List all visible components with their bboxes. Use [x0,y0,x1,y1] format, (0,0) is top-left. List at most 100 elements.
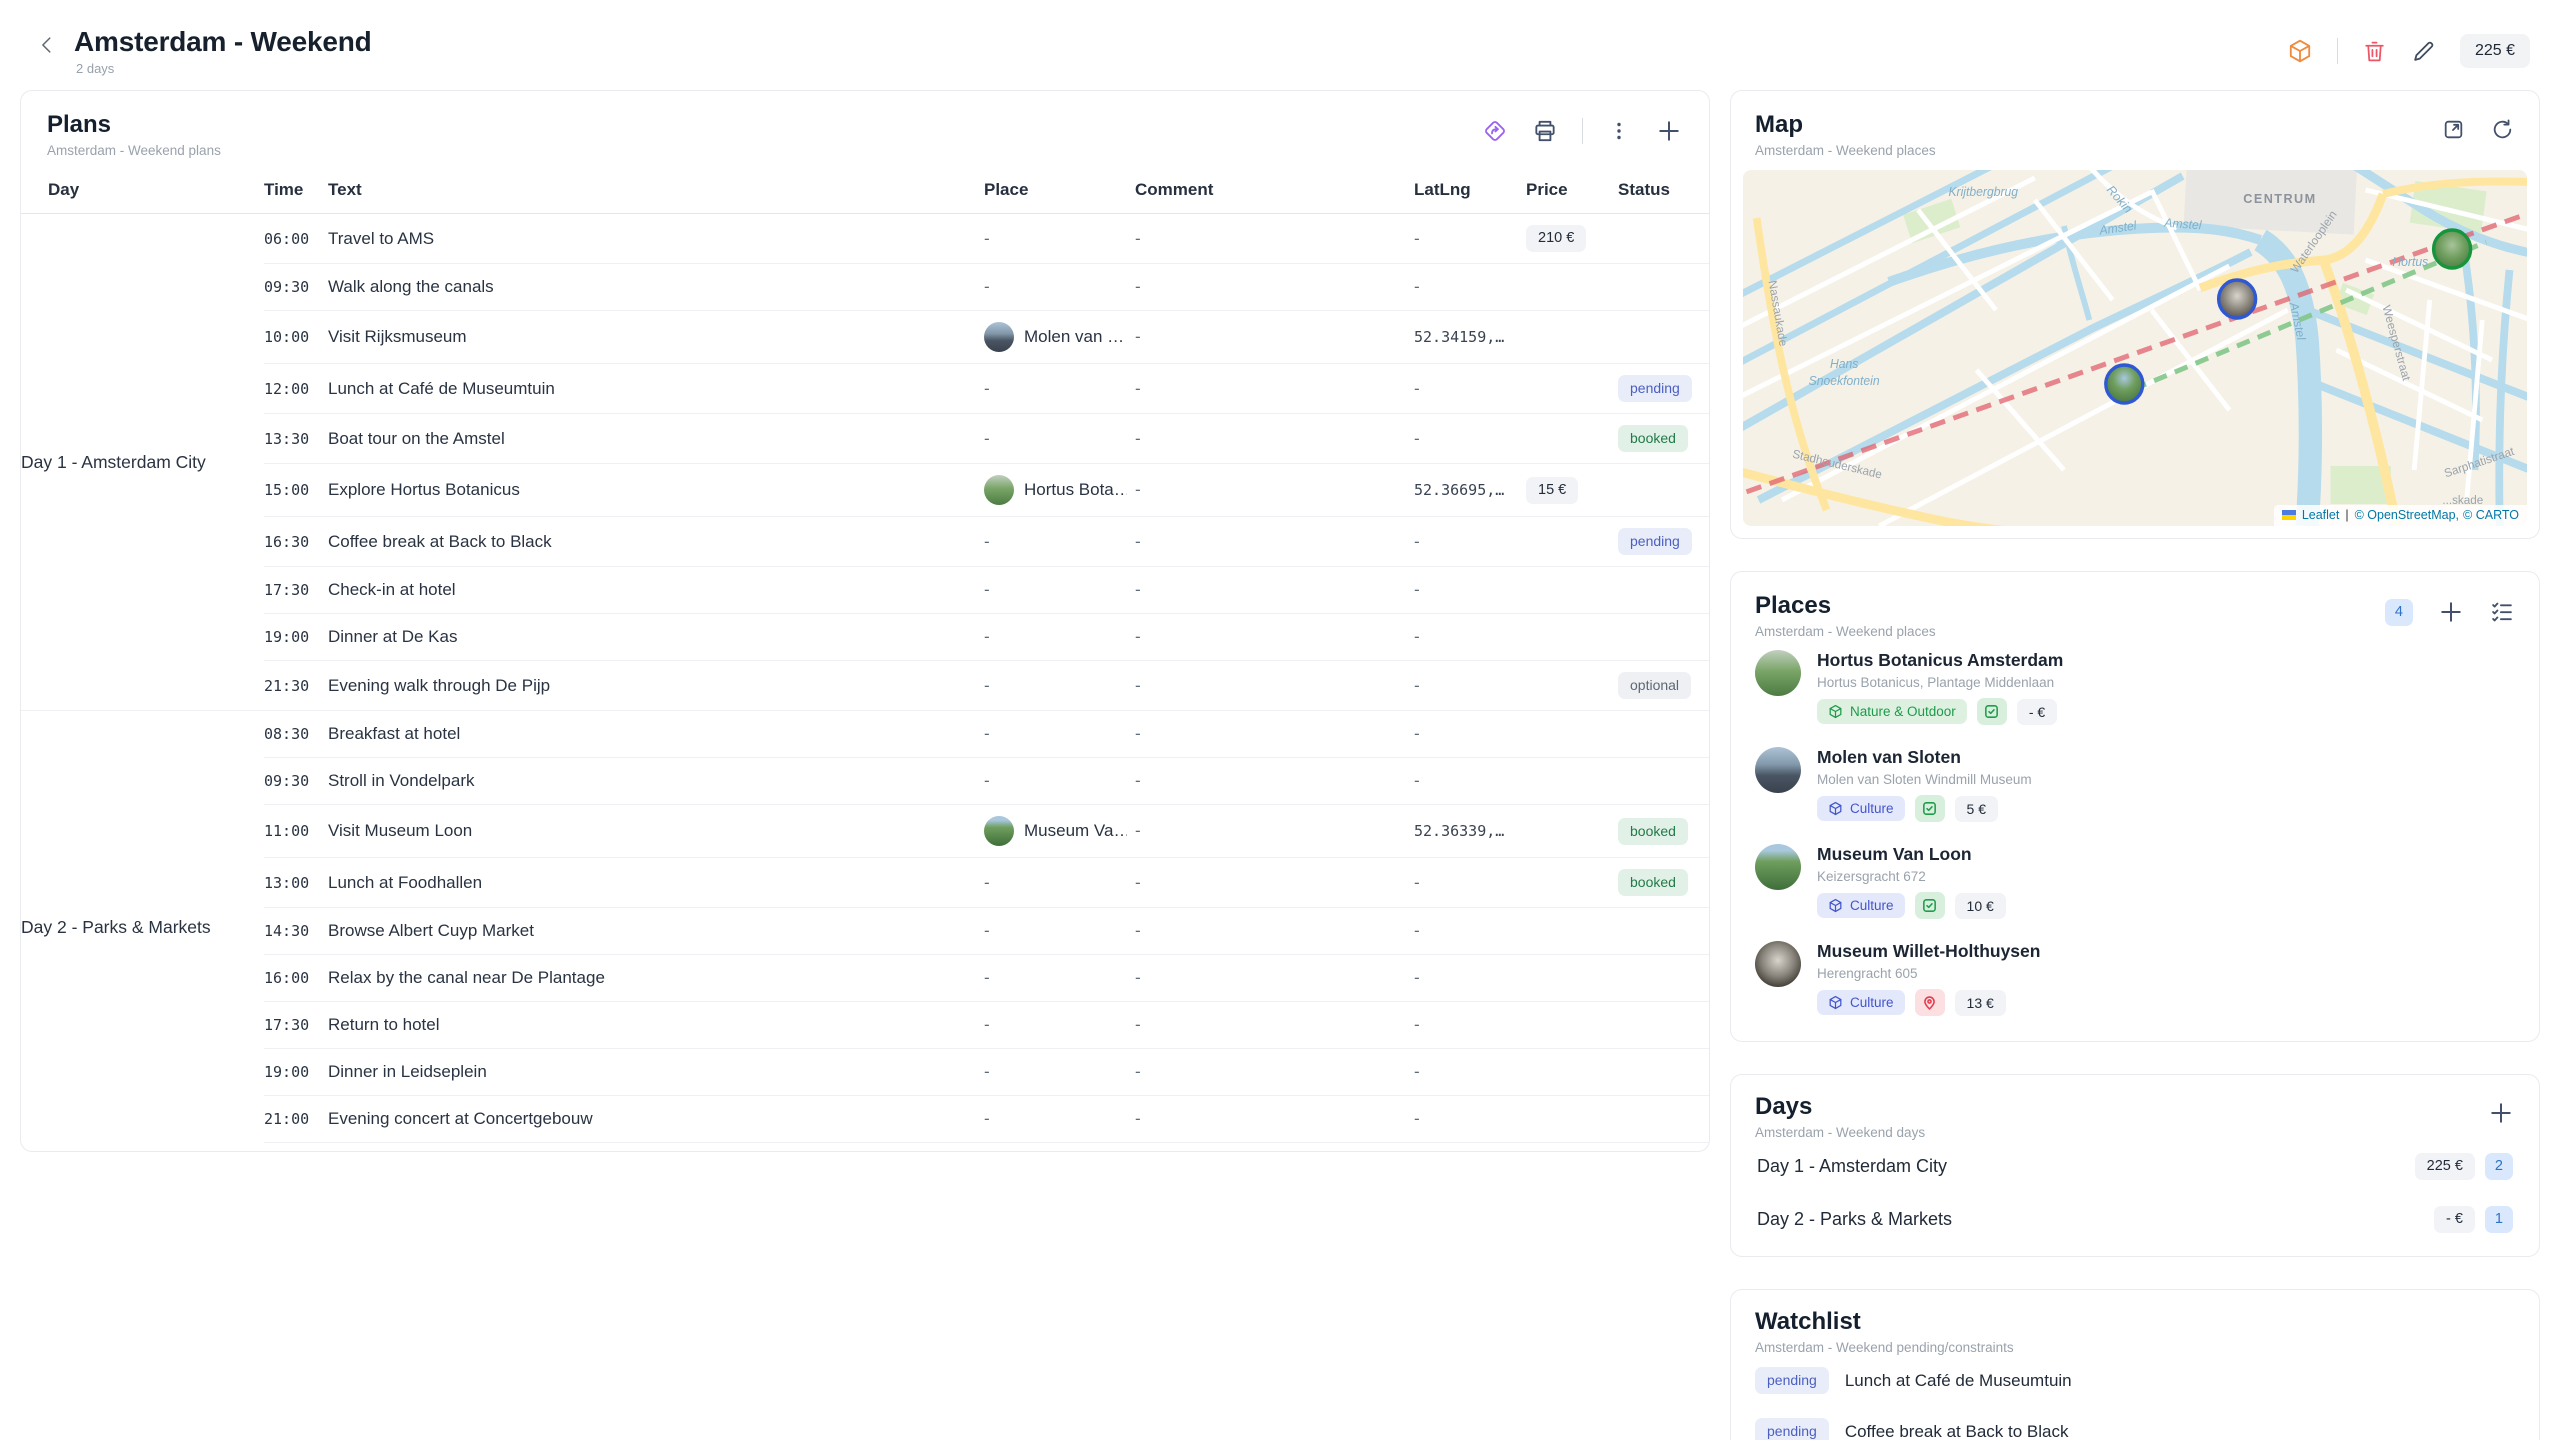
plan-row[interactable]: 19:00Dinner at De Kas--- [21,614,1709,661]
plan-price [1526,661,1618,711]
plan-row[interactable]: 21:00Evening concert at Concertgebouw--- [21,1096,1709,1143]
category-badge: Culture [1817,990,1905,1015]
day-price-badge: - € [2434,1206,2475,1233]
cube-icon [1828,801,1843,816]
place-name: Museum Van Loon [1817,844,2006,865]
map-canvas[interactable]: KrijtbergbrugRokinAmstelAmstelCENTRUMWat… [1743,170,2527,526]
refresh-map-button[interactable] [2490,117,2515,142]
add-plan-button[interactable] [1655,117,1683,145]
empty-value: - [984,676,990,695]
category-label: Nature & Outdoor [1850,704,1956,719]
watchlist-item[interactable]: pendingCoffee break at Back to Black [1755,1406,2515,1440]
plan-row[interactable]: 16:00Relax by the canal near De Plantage… [21,955,1709,1002]
plan-status: booked [1618,805,1709,858]
plan-row[interactable]: 21:30Evening walk through De Pijp---opti… [21,661,1709,711]
column-text: Text [328,170,984,214]
plan-status [1618,614,1709,661]
plan-place-chip: Museum Va… [984,816,1127,846]
plan-row[interactable]: 14:30Browse Albert Cuyp Market--- [21,908,1709,955]
place-badges: Culture5 € [1817,795,2032,822]
share-route-button[interactable] [1482,118,1508,144]
plan-latlng: - [1414,567,1526,614]
plan-latlng: 52.36695,… [1414,464,1526,517]
plan-row[interactable]: Day 2 - Parks & Markets08:30Breakfast at… [21,711,1709,758]
day-list-item[interactable]: Day 2 - Parks & Markets- €1 [1755,1193,2515,1246]
plan-latlng: - [1414,711,1526,758]
days-subtitle: Amsterdam - Weekend days [1755,1125,1925,1140]
column-place: Place [984,170,1135,214]
plan-row[interactable]: 10:00Visit RijksmuseumMolen van …-52.341… [21,311,1709,364]
empty-value: - [1414,532,1420,551]
delete-trip-button[interactable] [2362,39,2387,64]
place-detail: Hortus Botanicus, Plantage Middenlaan [1817,675,2063,690]
plan-row[interactable]: 13:00Lunch at Foodhallen---booked [21,858,1709,908]
plan-place: Hortus Bota… [984,464,1135,517]
empty-value: - [1414,379,1420,398]
plan-row[interactable]: 19:00Dinner in Leidseplein--- [21,1049,1709,1096]
empty-value: - [1135,580,1141,599]
empty-value: - [984,229,990,248]
plan-row[interactable]: 09:30Stroll in Vondelpark--- [21,758,1709,805]
plan-comment: - [1135,567,1414,614]
empty-value: - [1135,724,1141,743]
column-day: Day [21,170,264,214]
plan-row[interactable]: 15:00Explore Hortus BotanicusHortus Bota… [21,464,1709,517]
check-square-icon [1915,892,1945,919]
print-button[interactable] [1532,118,1558,144]
plan-row[interactable]: 17:30Return to hotel--- [21,1002,1709,1049]
expand-map-button[interactable] [2441,117,2466,142]
plan-time: 21:00 [264,1096,328,1143]
place-info: Museum Van LoonKeizersgracht 672Culture1… [1817,844,2006,919]
add-place-button[interactable] [2437,598,2465,626]
plan-row[interactable]: 16:30Coffee break at Back to Black---pen… [21,517,1709,567]
empty-value: - [1414,1062,1420,1081]
plan-text: Lunch at Foodhallen [328,858,984,908]
place-info: Museum Willet-HolthuysenHerengracht 605C… [1817,941,2040,1016]
leaflet-link[interactable]: Leaflet [2302,508,2340,522]
plan-place: - [984,364,1135,414]
plan-row[interactable]: 17:30Check-in at hotel--- [21,567,1709,614]
place-list-item[interactable]: Museum Willet-HolthuysenHerengracht 605C… [1755,930,2515,1027]
place-list-item[interactable]: Molen van SlotenMolen van Sloten Windmil… [1755,736,2515,833]
map-label: CENTRUM [2243,191,2316,206]
plan-comment: - [1135,758,1414,805]
status-badge: pending [1755,1367,1829,1394]
plan-row[interactable]: 11:00Visit Museum LoonMuseum Va…-52.3633… [21,805,1709,858]
plan-latlng: - [1414,414,1526,464]
add-day-button[interactable] [2487,1099,2515,1127]
plan-latlng: - [1414,364,1526,414]
day-list-item[interactable]: Day 1 - Amsterdam City225 €2 [1755,1140,2515,1193]
place-list-item[interactable]: Museum Van LoonKeizersgracht 672Culture1… [1755,833,2515,930]
marker-museum-willet-holthuysen[interactable] [2219,280,2256,318]
plan-row[interactable]: 09:30Walk along the canals--- [21,264,1709,311]
marker-hortus-botanicus[interactable] [2434,230,2471,268]
places-checklist-button[interactable] [2489,599,2515,625]
place-name-text: Museum Va… [1024,819,1127,843]
refresh-icon [2490,117,2515,142]
plan-row[interactable]: 13:30Boat tour on the Amstel---booked [21,414,1709,464]
plan-row[interactable]: Day 1 - Amsterdam City06:00Travel to AMS… [21,214,1709,264]
plan-row[interactable]: 12:00Lunch at Café de Museumtuin---pendi… [21,364,1709,414]
back-button[interactable] [30,28,64,62]
watchlist-item[interactable]: pendingLunch at Café de Museumtuin [1755,1355,2515,1406]
marker-museum-van-loon[interactable] [2106,365,2143,403]
empty-value: - [1135,921,1141,940]
plan-price [1526,955,1618,1002]
place-list-item[interactable]: Hortus Botanicus AmsterdamHortus Botanic… [1755,639,2515,736]
plan-text: Visit Rijksmuseum [328,311,984,364]
edit-trip-button[interactable] [2411,39,2436,64]
plan-text: Coffee break at Back to Black [328,517,984,567]
plan-place: - [984,414,1135,464]
day-name: Day 2 - Parks & Markets [1757,1209,1952,1230]
export-button[interactable] [2287,38,2313,64]
plan-status [1618,567,1709,614]
plan-time: 11:00 [264,805,328,858]
status-badge: optional [1618,672,1691,699]
carto-link[interactable]: © CARTO [2463,508,2519,522]
day-name: Day 1 - Amsterdam City [1757,1156,1947,1177]
plans-menu-button[interactable] [1607,119,1631,143]
osm-link[interactable]: © OpenStreetMap, [2355,508,2459,522]
empty-value: - [984,429,990,448]
status-badge: booked [1618,425,1688,452]
empty-value: - [1414,627,1420,646]
